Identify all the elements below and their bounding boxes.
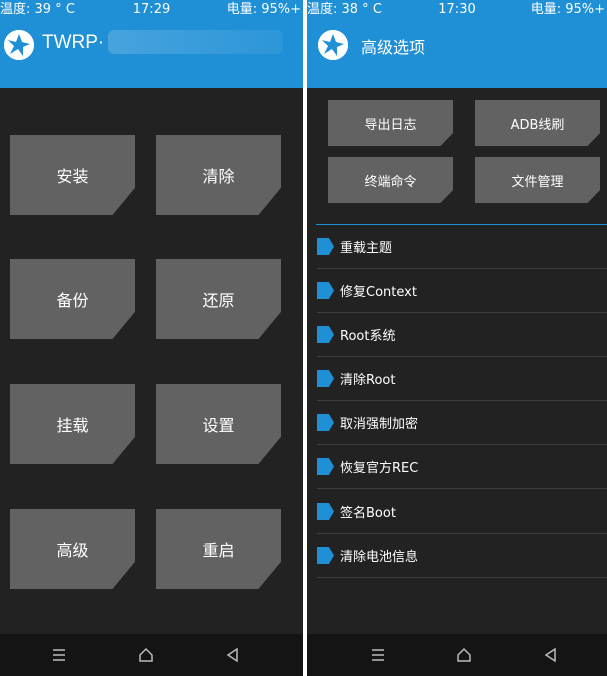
list-item-disable-encryption[interactable]: 取消强制加密 [317, 401, 607, 445]
list-item-label: 修复Context [340, 285, 417, 300]
mount-button[interactable]: 挂载 [10, 384, 135, 464]
clock: 17:30 [438, 2, 476, 17]
header-title: TWRP· [42, 32, 105, 53]
list-item-label: 清除电池信息 [340, 550, 419, 565]
backup-button[interactable]: 备份 [10, 259, 135, 339]
terminal-button[interactable]: 终端命令 [328, 157, 453, 203]
header-title: 高级选项 [361, 38, 426, 57]
status-bar: 温度: 39 ° C 17:29 电量: 95%+ [0, 0, 303, 22]
back-icon[interactable] [224, 646, 242, 664]
home-icon[interactable] [137, 646, 155, 664]
list-item-root-system[interactable]: Root系统 [317, 313, 607, 357]
temperature-status: 温度: 38 ° C [307, 2, 382, 17]
list-item-label: Root系统 [340, 329, 396, 344]
arrow-icon [317, 547, 334, 564]
list-item-label: 清除Root [340, 373, 396, 388]
status-bar: 温度: 38 ° C 17:30 电量: 95%+ [307, 0, 607, 22]
list-item-label: 签名Boot [340, 506, 396, 521]
back-icon[interactable] [542, 646, 560, 664]
home-icon[interactable] [455, 646, 473, 664]
app-header: 高级选项 [307, 22, 607, 88]
advanced-button[interactable]: 高级 [10, 509, 135, 589]
arrow-icon [317, 458, 334, 475]
list-item-sign-boot[interactable]: 签名Boot [317, 490, 607, 534]
list-item-wipe-battery-stats[interactable]: 清除电池信息 [317, 534, 607, 578]
arrow-icon [317, 282, 334, 299]
adb-sideload-button[interactable]: ADB线刷 [475, 100, 600, 146]
arrow-icon [317, 414, 334, 431]
list-item-label: 重载主题 [340, 241, 393, 256]
arrow-icon [317, 238, 334, 255]
navigation-bar [0, 634, 303, 676]
arrow-icon [317, 370, 334, 387]
redacted-version [108, 30, 283, 54]
navigation-bar [307, 634, 607, 676]
twrp-main-screen: 温度: 39 ° C 17:29 电量: 95%+ TWRP· 安装 清除 备份… [0, 0, 303, 676]
twrp-logo-icon [318, 30, 348, 60]
clock: 17:29 [132, 2, 171, 17]
list-item-label: 取消强制加密 [340, 417, 419, 432]
list-item-label: 恢复官方REC [340, 461, 419, 476]
wipe-button[interactable]: 清除 [156, 135, 281, 215]
list-item-fix-context[interactable]: 修复Context [317, 269, 607, 313]
reboot-button[interactable]: 重启 [156, 509, 281, 589]
settings-button[interactable]: 设置 [156, 384, 281, 464]
file-manager-button[interactable]: 文件管理 [475, 157, 600, 203]
restore-button[interactable]: 还原 [156, 259, 281, 339]
arrow-icon [317, 326, 334, 343]
twrp-advanced-screen: 温度: 38 ° C 17:30 电量: 95%+ 高级选项 导出日志 ADB线… [307, 0, 607, 676]
twrp-logo-icon [4, 30, 34, 60]
list-item-restore-stock-recovery[interactable]: 恢复官方REC [317, 445, 607, 489]
battery-status: 电量: 95%+ [530, 2, 605, 17]
battery-status: 电量: 95%+ [226, 2, 301, 17]
menu-icon[interactable] [369, 646, 387, 664]
temperature-status: 温度: 39 ° C [0, 2, 75, 17]
app-header: TWRP· [0, 22, 303, 88]
arrow-icon [317, 503, 334, 520]
export-log-button[interactable]: 导出日志 [328, 100, 453, 146]
install-button[interactable]: 安装 [10, 135, 135, 215]
menu-icon[interactable] [50, 646, 68, 664]
list-item-remove-root[interactable]: 清除Root [317, 357, 607, 401]
list-item-reload-theme[interactable]: 重载主题 [317, 225, 607, 269]
